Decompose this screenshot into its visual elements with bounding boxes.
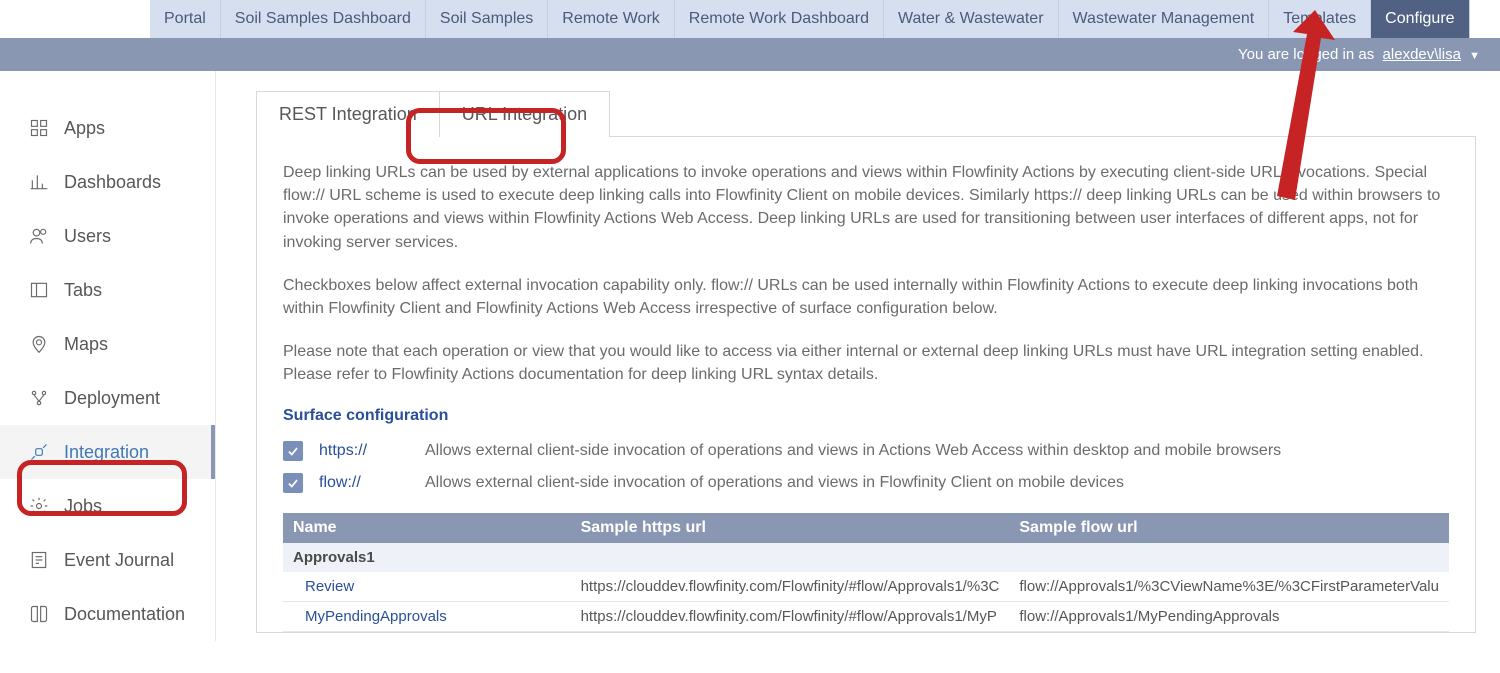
group-row: Approvals1 <box>283 543 1449 572</box>
sidebar: Apps Dashboards Users Tabs Maps <box>0 71 216 641</box>
sidebar-item-jobs[interactable]: Jobs <box>0 479 215 533</box>
sidebar-item-label: Documentation <box>64 604 185 625</box>
url-table: Name Sample https url Sample flow url Ap… <box>283 513 1449 632</box>
sidebar-item-label: Users <box>64 226 111 247</box>
sidebar-item-dashboards[interactable]: Dashboards <box>0 155 215 209</box>
sidebar-item-users[interactable]: Users <box>0 209 215 263</box>
row-flow-url: flow://Approvals1/MyPendingApprovals <box>1009 601 1449 631</box>
sidebar-item-documentation[interactable]: Documentation <box>0 587 215 641</box>
logged-in-label: You are logged in as <box>1238 46 1374 63</box>
surface-config-title: Surface configuration <box>283 407 1449 425</box>
topnav-item-templates[interactable]: Templates <box>1269 0 1371 38</box>
book-icon <box>28 603 50 625</box>
user-menu-caret-icon[interactable]: ▼ <box>1469 50 1480 62</box>
https-checkbox-label: https:// <box>319 442 409 460</box>
row-https-url: https://clouddev.flowfinity.com/Flowfini… <box>571 572 1010 602</box>
sidebar-item-integration[interactable]: Integration <box>0 425 215 479</box>
row-https-url: https://clouddev.flowfinity.com/Flowfini… <box>571 601 1010 631</box>
deploy-icon <box>28 387 50 409</box>
intro-paragraph-2: Checkboxes below affect external invocat… <box>283 274 1449 320</box>
user-bar: You are logged in as alexdev\lisa ▼ <box>0 38 1500 71</box>
topnav-item-configure[interactable]: Configure <box>1371 0 1469 38</box>
url-integration-panel: Deep linking URLs can be used by externa… <box>256 136 1476 633</box>
sidebar-item-label: Apps <box>64 118 105 139</box>
flow-checkbox[interactable] <box>283 473 303 493</box>
sidebar-item-label: Jobs <box>64 496 102 517</box>
intro-paragraph-3: Please note that each operation or view … <box>283 340 1449 386</box>
users-icon <box>28 225 50 247</box>
sidebar-item-event-journal[interactable]: Event Journal <box>0 533 215 587</box>
topnav-item-portal[interactable]: Portal <box>150 0 221 38</box>
topnav-item-remote-work-dashboard[interactable]: Remote Work Dashboard <box>675 0 884 38</box>
topnav-item-water-wastewater[interactable]: Water & Wastewater <box>884 0 1059 38</box>
gear-icon <box>28 495 50 517</box>
https-checkbox-desc: Allows external client-side invocation o… <box>425 442 1281 460</box>
plug-icon <box>28 441 50 463</box>
row-name-link[interactable]: Review <box>283 572 571 602</box>
flow-checkbox-label: flow:// <box>319 474 409 492</box>
sidebar-item-tabs[interactable]: Tabs <box>0 263 215 317</box>
check-row-https: https:// Allows external client-side inv… <box>283 441 1449 461</box>
sidebar-item-label: Maps <box>64 334 108 355</box>
pin-icon <box>28 333 50 355</box>
https-checkbox[interactable] <box>283 441 303 461</box>
tab-url-integration[interactable]: URL Integration <box>440 92 609 137</box>
main-content: REST Integration URL Integration Deep li… <box>216 71 1500 641</box>
tab-rest-integration[interactable]: REST Integration <box>257 92 440 137</box>
journal-icon <box>28 549 50 571</box>
flow-checkbox-desc: Allows external client-side invocation o… <box>425 474 1124 492</box>
row-flow-url: flow://Approvals1/%3CViewName%3E/%3CFirs… <box>1009 572 1449 602</box>
col-flow: Sample flow url <box>1009 513 1449 543</box>
topnav-item-soil-samples[interactable]: Soil Samples <box>426 0 548 38</box>
sidebar-item-maps[interactable]: Maps <box>0 317 215 371</box>
sidebar-item-label: Dashboards <box>64 172 161 193</box>
panel-icon <box>28 279 50 301</box>
row-name-link[interactable]: MyPendingApprovals <box>283 601 571 631</box>
integration-tabs: REST Integration URL Integration <box>256 91 610 137</box>
check-row-flow: flow:// Allows external client-side invo… <box>283 473 1449 493</box>
topnav-item-soil-samples-dashboard[interactable]: Soil Samples Dashboard <box>221 0 426 38</box>
col-https: Sample https url <box>571 513 1010 543</box>
sidebar-item-apps[interactable]: Apps <box>0 101 215 155</box>
topnav-item-remote-work[interactable]: Remote Work <box>548 0 675 38</box>
sidebar-item-label: Deployment <box>64 388 160 409</box>
intro-paragraph-1: Deep linking URLs can be used by externa… <box>283 161 1449 254</box>
username-link[interactable]: alexdev\lisa <box>1383 46 1461 63</box>
sidebar-item-label: Event Journal <box>64 550 174 571</box>
grid-icon <box>28 117 50 139</box>
sidebar-item-deployment[interactable]: Deployment <box>0 371 215 425</box>
col-name: Name <box>283 513 571 543</box>
top-nav: Portal Soil Samples Dashboard Soil Sampl… <box>0 0 1500 38</box>
topnav-item-wastewater-management[interactable]: Wastewater Management <box>1059 0 1270 38</box>
sidebar-item-label: Tabs <box>64 280 102 301</box>
sidebar-item-label: Integration <box>64 442 149 463</box>
barchart-icon <box>28 171 50 193</box>
